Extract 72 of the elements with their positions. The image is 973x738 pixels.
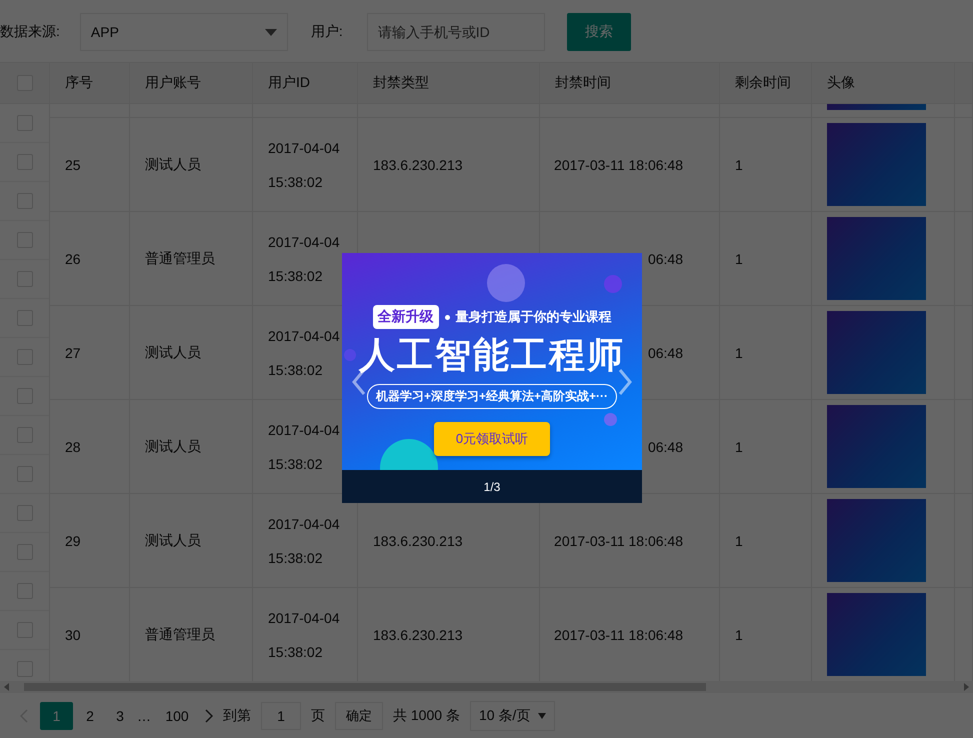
user-search-field[interactable]: 请输入手机号或ID bbox=[366, 13, 545, 51]
banner-tagline: 量身打造属于你的专业课程 bbox=[456, 308, 612, 326]
circle-decoration bbox=[604, 275, 622, 293]
page-button[interactable]: 100 bbox=[159, 702, 195, 730]
circle-decoration bbox=[487, 264, 525, 302]
scroll-left-icon[interactable] bbox=[4, 683, 9, 691]
page-number-field[interactable]: 1 bbox=[261, 702, 301, 730]
account-cell: 测试人员 bbox=[145, 532, 201, 550]
total-count: 共 1000 条 bbox=[393, 707, 460, 725]
free-trial-button[interactable]: 0元领取试听 bbox=[434, 422, 550, 456]
user-id-cell-text: 2017-04-04 15:38:02 bbox=[268, 232, 341, 286]
remaining-time-cell: 1 bbox=[735, 250, 743, 266]
page-button[interactable]: 3 bbox=[107, 702, 133, 730]
remaining-time-cell: 1 bbox=[735, 344, 743, 360]
page-ellipsis: … bbox=[137, 708, 151, 724]
account-cell: 测试人员 bbox=[145, 344, 201, 362]
ban-time-cell: 06:48 bbox=[648, 344, 683, 360]
circle-decoration bbox=[344, 349, 356, 361]
page-button[interactable]: 1 bbox=[40, 702, 73, 730]
user-id-cell-text: 2017-04-04 15:38:02 bbox=[268, 138, 341, 192]
confirm-button[interactable]: 确定 bbox=[335, 702, 383, 730]
index-cell: 27 bbox=[65, 344, 81, 360]
scroll-right-icon[interactable] bbox=[964, 683, 969, 691]
source-label: 数据来源: bbox=[0, 23, 60, 41]
index-cell: 28 bbox=[65, 438, 81, 454]
column-header: 剩余时间 bbox=[735, 74, 791, 92]
search-button[interactable]: 搜索 bbox=[566, 13, 631, 51]
caret-icon bbox=[264, 28, 277, 36]
user-id-cell-text: 2017-04-04 15:38:02 bbox=[268, 420, 341, 474]
ban-type-cell: 183.6.230.213 bbox=[373, 626, 463, 642]
ban-type-cell: 183.6.230.213 bbox=[373, 532, 463, 548]
topics-pill: 机器学习+深度学习+经典算法+高阶实战+··· bbox=[366, 384, 618, 409]
banner-title: 人工智能工程师 bbox=[359, 333, 625, 377]
upgrade-badge: 全新升级 bbox=[372, 305, 438, 329]
caret-icon bbox=[538, 713, 546, 719]
page-unit-label: 页 bbox=[311, 707, 325, 725]
slide-counter: 1/3 bbox=[484, 480, 500, 494]
column-header: 序号 bbox=[65, 74, 93, 92]
column-header: 封禁类型 bbox=[373, 74, 429, 92]
column-header: 封禁时间 bbox=[555, 74, 611, 92]
user-id-cell-text: 2017-04-04 15:38:02 bbox=[268, 326, 341, 380]
index-cell: 26 bbox=[65, 250, 81, 266]
account-cell: 测试人员 bbox=[145, 156, 201, 174]
remaining-time-cell: 1 bbox=[735, 438, 743, 454]
account-cell: 普通管理员 bbox=[145, 626, 215, 644]
user-id-cell-text: 2017-04-04 15:38:02 bbox=[268, 514, 341, 568]
goto-label: 到第 bbox=[223, 707, 251, 725]
page-size-select[interactable]: 10 条/页 bbox=[470, 701, 556, 731]
ban-time-cell: 06:48 bbox=[648, 438, 683, 454]
remaining-time-cell: 1 bbox=[735, 532, 743, 548]
ban-time-cell: 2017-03-11 18:06:48 bbox=[554, 626, 683, 642]
ban-time-cell: 2017-03-11 18:06:48 bbox=[554, 156, 683, 172]
remaining-time-cell: 1 bbox=[735, 626, 743, 642]
account-cell: 普通管理员 bbox=[145, 250, 215, 268]
bullet-dot bbox=[444, 314, 450, 320]
page-button[interactable]: 2 bbox=[77, 702, 103, 730]
column-header: 头像 bbox=[827, 74, 855, 92]
ban-time-cell: 06:48 bbox=[648, 250, 683, 266]
column-header: 用户ID bbox=[268, 74, 310, 92]
user-id-cell-text: 2017-04-04 15:38:02 bbox=[268, 608, 341, 662]
ban-time-cell: 2017-03-11 18:06:48 bbox=[554, 532, 683, 548]
circle-decoration bbox=[604, 413, 617, 426]
source-select[interactable]: APP bbox=[80, 13, 288, 51]
user-label: 用户: bbox=[310, 23, 343, 41]
account-cell: 测试人员 bbox=[145, 438, 201, 456]
column-header: 用户账号 bbox=[145, 74, 201, 92]
index-cell: 30 bbox=[65, 626, 81, 642]
index-cell: 29 bbox=[65, 532, 81, 548]
next-page-icon[interactable] bbox=[205, 709, 213, 723]
remaining-time-cell: 1 bbox=[735, 156, 743, 172]
index-cell: 25 bbox=[65, 156, 81, 172]
ban-type-cell: 183.6.230.213 bbox=[373, 156, 463, 172]
